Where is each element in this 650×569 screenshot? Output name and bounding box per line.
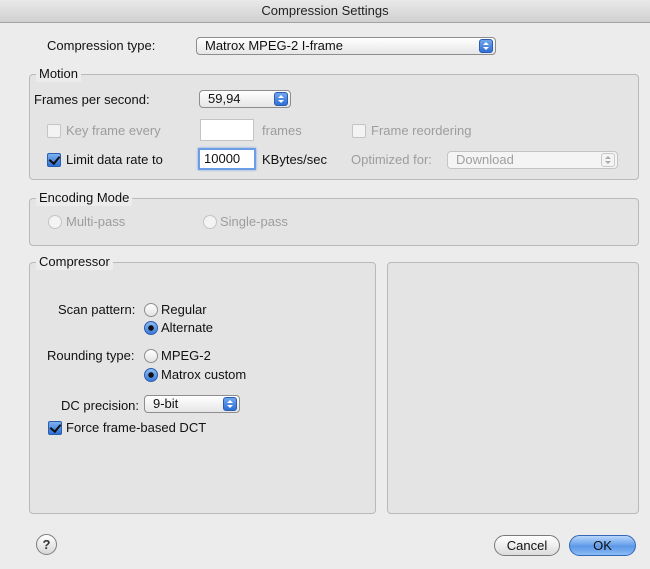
scan-regular-label: Regular	[161, 302, 207, 317]
compressor-group: Compressor	[29, 254, 376, 514]
scan-regular-radio[interactable]	[144, 303, 158, 317]
chevron-updown-icon	[601, 153, 615, 167]
optimized-for-value: Download	[456, 152, 514, 167]
chevron-updown-icon	[479, 39, 493, 53]
chevron-updown-icon	[274, 92, 288, 106]
chevron-updown-icon	[223, 397, 237, 411]
rounding-type-label: Rounding type:	[47, 348, 135, 363]
single-pass-label: Single-pass	[220, 214, 288, 229]
window-title: Compression Settings	[0, 0, 650, 23]
force-dct-label: Force frame-based DCT	[66, 420, 207, 435]
force-dct-checkbox[interactable]	[48, 421, 62, 435]
optimized-for-select[interactable]: Download	[447, 151, 618, 169]
key-frame-input[interactable]	[200, 119, 254, 141]
frame-reordering-checkbox[interactable]	[352, 124, 366, 138]
rounding-mpeg2-radio[interactable]	[144, 349, 158, 363]
optimized-for-label: Optimized for:	[351, 152, 432, 167]
help-button[interactable]: ?	[36, 534, 57, 555]
motion-group-title: Motion	[36, 66, 82, 82]
scan-alternate-label: Alternate	[161, 320, 214, 335]
frame-reordering-label: Frame reordering	[371, 123, 472, 138]
scan-alternate-radio[interactable]	[144, 321, 158, 335]
key-frame-label: Key frame every	[66, 123, 161, 138]
encoding-mode-title: Encoding Mode	[36, 190, 133, 206]
rounding-matrox-radio[interactable]	[144, 368, 158, 382]
fps-value: 59,94	[208, 91, 241, 106]
limit-data-rate-label: Limit data rate to	[66, 152, 163, 167]
rounding-mpeg2-label: MPEG-2	[161, 348, 211, 363]
limit-data-rate-checkbox[interactable]	[47, 153, 61, 167]
single-pass-radio[interactable]	[203, 215, 217, 229]
dc-precision-select[interactable]: 9-bit	[144, 395, 240, 413]
scan-pattern-label: Scan pattern:	[58, 302, 136, 317]
key-frame-checkbox[interactable]	[47, 124, 61, 138]
data-rate-unit: KBytes/sec	[262, 152, 328, 167]
ok-button[interactable]: OK	[569, 535, 636, 556]
compression-type-value: Matrox MPEG-2 I-frame	[205, 38, 343, 53]
dc-precision-label: DC precision:	[61, 398, 140, 413]
cancel-button[interactable]: Cancel	[494, 535, 560, 556]
key-frame-unit: frames	[262, 123, 302, 138]
compression-type-label: Compression type:	[47, 38, 156, 53]
dc-precision-value: 9-bit	[153, 396, 179, 411]
data-rate-input[interactable]: 10000	[198, 148, 256, 170]
rounding-matrox-label: Matrox custom	[161, 367, 247, 382]
multi-pass-radio[interactable]	[48, 215, 62, 229]
multi-pass-label: Multi-pass	[66, 214, 126, 229]
fps-select[interactable]: 59,94	[199, 90, 291, 108]
fps-label: Frames per second:	[34, 92, 150, 107]
compression-type-select[interactable]: Matrox MPEG-2 I-frame	[196, 37, 496, 55]
compressor-preview-panel	[387, 262, 639, 514]
compressor-title: Compressor	[36, 254, 113, 270]
